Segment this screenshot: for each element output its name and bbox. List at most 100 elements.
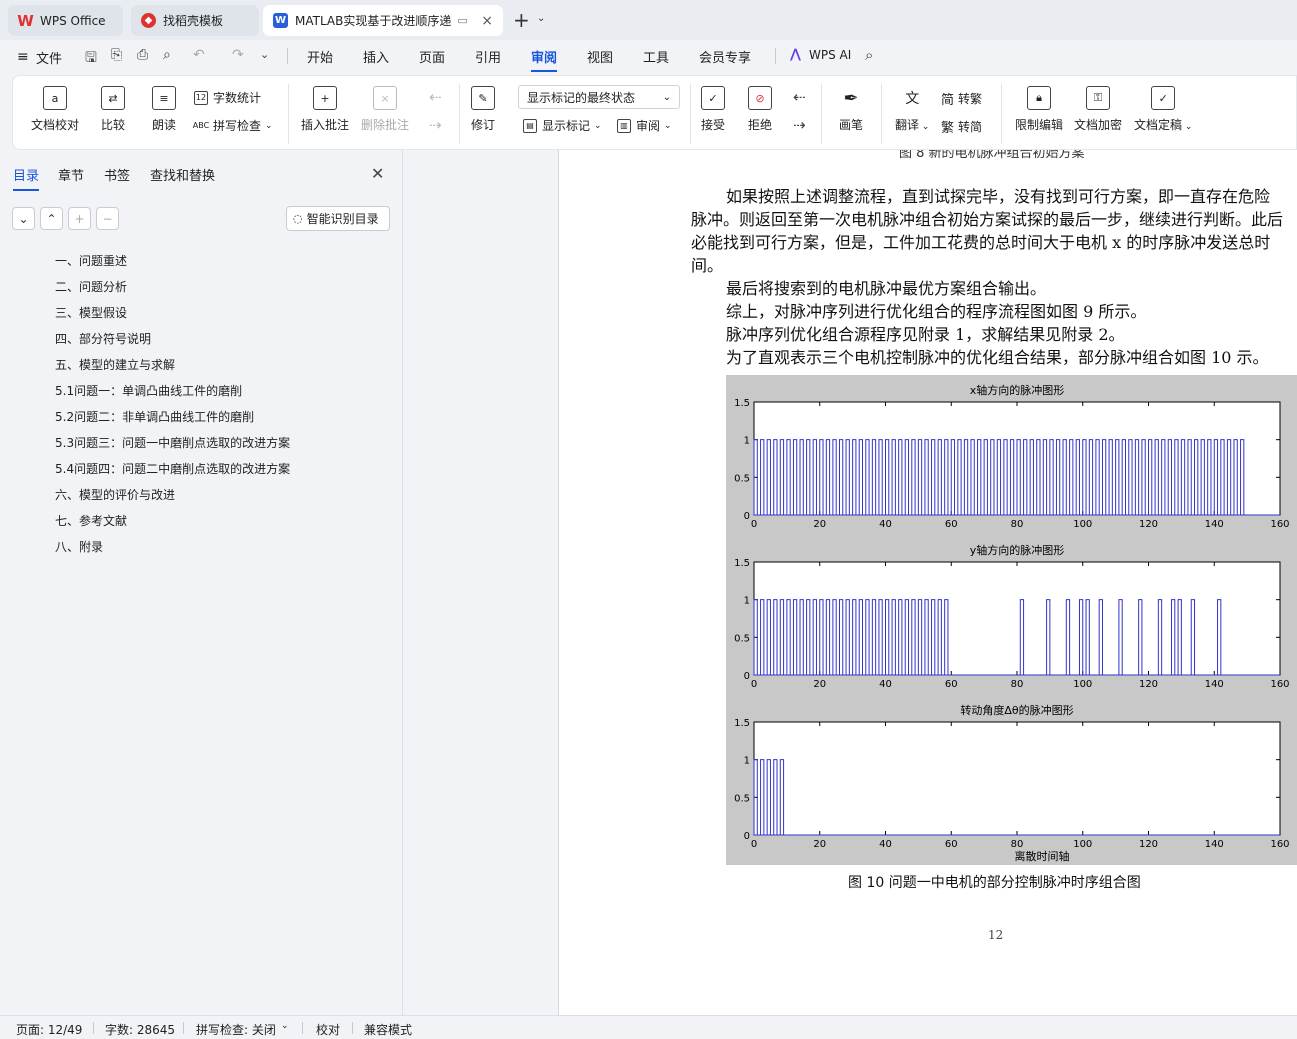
x-tick-label: 120 [1139,679,1158,690]
hamburger-icon[interactable]: ≡ [17,49,29,65]
y-tick-label: 0 [744,511,750,522]
markup-state-value: 显示标记的最终状态 [527,90,636,105]
next-comment-icon[interactable]: ⇢ [429,116,442,134]
toc-item[interactable]: 四、部分符号说明 [55,330,151,347]
show-markup-button[interactable]: ▤ 显示标记 ⌄ [523,117,602,134]
menu-start[interactable]: 开始 [307,47,333,66]
finalize-button[interactable]: ✓ 文档定稿 ⌄ [1134,86,1192,133]
tab-chapters[interactable]: 章节 [58,165,84,184]
insert-comment-icon: + [313,86,337,110]
markup-state-select[interactable]: 显示标记的最终状态 ⌄ [518,85,680,109]
doc-check-label: 文档校对 [31,118,80,132]
menu-member[interactable]: 会员专享 [699,47,751,66]
delete-comment-button[interactable]: × 删除批注 [361,86,409,133]
spell-check-indicator[interactable]: 拼写检查: 关闭 [196,1021,276,1038]
menu-bar: ≡ 文件 🖫 ⎘ ⎙ ⌕ ↶ ↷ ⌄ 开始 插入 页面 引用 审阅 视图 工具 … [0,40,1297,72]
toc-item[interactable]: 5.4问题四：问题二中磨削点选取的改进方案 [55,460,290,477]
insert-comment-label: 插入批注 [301,118,350,132]
accept-icon: ✓ [701,86,725,110]
review-pane-label: 审阅 [636,119,661,133]
print-icon[interactable]: ⎙ [137,47,148,63]
tab-docer[interactable]: ◆ 找稻壳模板 [131,5,259,36]
toc-item[interactable]: 八、附录 [55,538,103,555]
word-count-indicator[interactable]: 字数: 28645 [105,1021,175,1038]
insert-comment-button[interactable]: + 插入批注 [301,86,349,133]
chevron-down-icon: ⌄ [265,120,273,131]
reject-button[interactable]: ⊘ 拒绝 [748,86,772,133]
smart-toc-button[interactable]: ◌ 智能识别目录 [286,206,390,231]
toc-item[interactable]: 三、模型假设 [55,304,127,321]
menu-tools[interactable]: 工具 [643,47,669,66]
restrict-edit-button[interactable]: 🔒︎ 限制编辑 [1015,86,1063,133]
menu-review[interactable]: 审阅 [531,47,558,72]
toc-item[interactable]: 六、模型的评价与改进 [55,486,175,503]
toc-item[interactable]: 5.3问题三：问题一中磨削点选取的改进方案 [55,434,290,451]
spell-check-button[interactable]: ABC 拼写检查 ⌄ [193,117,273,134]
page-number: 12 [988,928,1004,942]
review-pane-button[interactable]: ▥ 审阅 ⌄ [617,117,672,134]
to-traditional-button[interactable]: 简 转繁 [941,89,982,108]
doc-check-icon: a [43,86,67,110]
close-pane-icon[interactable]: ✕ [371,164,384,183]
remove-level-button[interactable]: − [96,207,119,230]
accept-button[interactable]: ✓ 接受 [701,86,725,133]
more-chevron-icon[interactable]: ⌄ [260,48,269,61]
undo-icon[interactable]: ↶ [193,47,205,63]
toc-item[interactable]: 七、参考文献 [55,512,127,529]
toc-item[interactable]: 5.2问题二：非单调凸曲线工件的磨削 [55,408,254,425]
translate-button[interactable]: 文 翻译 ⌄ [895,86,929,133]
chevron-down-icon[interactable]: ⌄ [537,13,545,24]
smart-toc-label: 智能识别目录 [306,212,379,226]
chevron-down-icon[interactable]: ⌄ [281,1021,289,1031]
prev-change-icon[interactable]: ⇠ [793,88,806,106]
save-icon[interactable]: 🖫 [85,47,97,71]
pen-button[interactable]: ✒ 画笔 [839,86,863,133]
read-aloud-button[interactable]: ≡ 朗读 [152,86,176,133]
toc-item[interactable]: 二、问题分析 [55,278,127,295]
pulse-chart-figure: x轴方向的脉冲图形 0 20 40 60 80 100 120 140 160 0 0.5 1 1.5 y轴… [726,375,1297,865]
collapse-up-button[interactable]: ⌃ [40,207,63,230]
page-indicator[interactable]: 页面: 12/49 [16,1021,82,1038]
to-simplified-button[interactable]: 繁 转简 [941,117,982,136]
menu-insert[interactable]: 插入 [363,47,389,66]
x-tick-label: 60 [945,519,958,530]
toc-item[interactable]: 一、问题重述 [55,252,127,269]
search-icon[interactable]: ⌕ [865,46,873,64]
encrypt-button[interactable]: ⚿ 文档加密 [1074,86,1122,133]
print-preview-icon[interactable]: ⌕ [163,47,171,63]
proofread-indicator[interactable]: 校对 [316,1021,340,1038]
document-page[interactable]: 图 8 新的电机脉冲组合初始方案 如果按照上述调整流程，直到试探完毕，没有找到可… [558,150,1297,1015]
previous-figure-caption: 图 8 新的电机脉冲组合初始方案 [899,150,1085,161]
toc-item[interactable]: 五、模型的建立与求解 [55,356,175,373]
add-level-button[interactable]: + [68,207,91,230]
paragraph-line: 综上，对脉冲序列进行优化组合的程序流程图如图 9 所示。 [726,302,1147,321]
menu-reference[interactable]: 引用 [475,47,501,66]
tab-document[interactable]: W MATLAB实现基于改进顺序递 ▭ × [263,5,503,36]
toc-item[interactable]: 5.1问题一：单调凸曲线工件的磨削 [55,382,242,399]
tab-bookmarks[interactable]: 书签 [104,165,130,184]
next-change-icon[interactable]: ⇢ [793,116,806,134]
tab-find-replace[interactable]: 查找和替换 [150,165,215,184]
new-tab-button[interactable]: + [513,8,530,32]
tab-wps-office[interactable]: W WPS Office [8,5,123,36]
y-tick-label: 0.5 [734,793,750,804]
y-tick-label: 1 [744,596,750,607]
word-count-button[interactable]: 12 字数统计 [194,89,261,106]
menu-page[interactable]: 页面 [419,47,445,66]
revise-button[interactable]: ✎ 修订 [471,86,495,133]
export-icon[interactable]: ⎘ [111,47,122,63]
expand-down-button[interactable]: ⌄ [12,207,35,230]
compare-button[interactable]: ⇄ 比较 [101,86,125,133]
wps-ai-icon: ⋀ [790,47,801,62]
wps-ai-button[interactable]: WPS AI [809,48,851,62]
redo-icon[interactable]: ↷ [232,47,244,63]
file-menu[interactable]: 文件 [36,48,62,67]
doc-check-button[interactable]: a 文档校对 [31,86,79,133]
show-markup-icon: ▤ [523,118,537,133]
prev-comment-icon[interactable]: ⇠ [429,88,442,106]
restrict-edit-label: 限制编辑 [1015,118,1064,132]
x-tick-label: 40 [879,839,892,850]
close-icon[interactable]: × [481,13,493,29]
menu-view[interactable]: 视图 [587,47,613,66]
tab-toc[interactable]: 目录 [13,165,40,191]
